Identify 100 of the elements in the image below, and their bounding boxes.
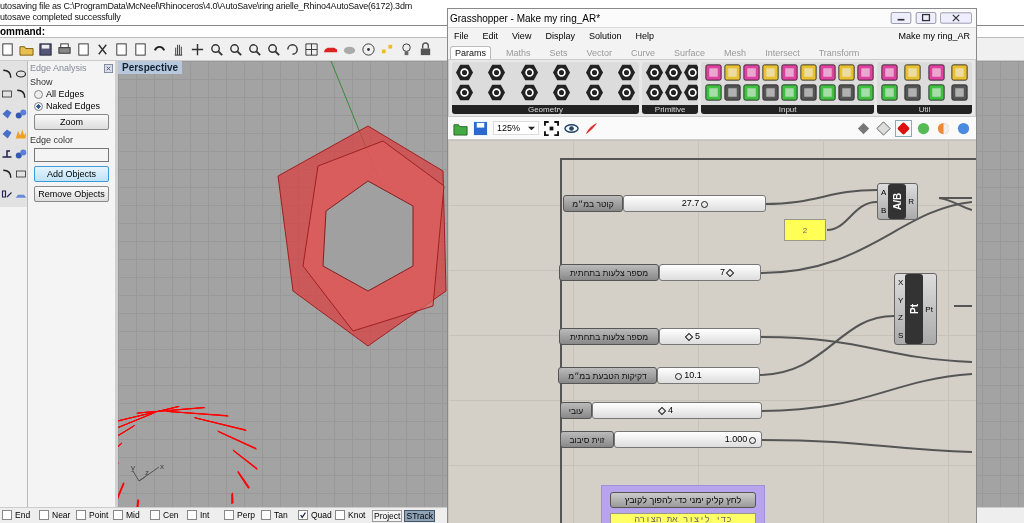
hexagon-icon[interactable]	[585, 84, 603, 101]
ribbon-tab[interactable]: Params	[450, 46, 491, 59]
zoom-button[interactable]: Zoom	[34, 114, 109, 130]
slider-track[interactable]: 27.7	[623, 195, 766, 212]
hexagon-icon[interactable]	[585, 64, 603, 81]
hexagon-icon[interactable]	[646, 64, 663, 81]
osnap-checkbox[interactable]: Mid	[113, 509, 140, 520]
hexagon-icon[interactable]	[646, 84, 663, 101]
preview-icon[interactable]	[856, 120, 871, 136]
component-tile-icon[interactable]	[819, 64, 837, 81]
slider-track[interactable]: 7	[659, 264, 761, 281]
component-tile-icon[interactable]	[762, 84, 780, 101]
group-button[interactable]: לחץ קליק ימני כדי להפוך לקובץ	[610, 492, 756, 508]
action-button[interactable]: Remove Objects	[34, 186, 109, 202]
hexagon-icon[interactable]	[456, 64, 473, 81]
component-tile-icon[interactable]	[743, 84, 761, 101]
menu-item[interactable]: Display	[545, 31, 575, 41]
zoom-icon[interactable]	[228, 41, 243, 57]
file-icon[interactable]	[76, 41, 91, 57]
component-tile-icon[interactable]	[838, 84, 856, 101]
slider-track[interactable]: 1.000	[614, 431, 762, 448]
print-icon[interactable]	[57, 41, 72, 57]
component-tile-icon[interactable]	[724, 64, 742, 81]
sphere-icon[interactable]	[956, 120, 971, 136]
menu-item[interactable]: View	[512, 31, 532, 41]
osnap-checkbox[interactable]: Int	[187, 509, 210, 520]
zoom-icon[interactable]	[209, 41, 224, 57]
value-panel[interactable]: 2	[784, 219, 826, 241]
component-tile-icon[interactable]	[904, 64, 922, 81]
zoom-icon[interactable]	[247, 41, 262, 57]
osnap-checkbox[interactable]: Tan	[261, 509, 288, 520]
zoom-icon[interactable]	[266, 41, 281, 57]
color-swatch[interactable]	[34, 148, 109, 162]
menu-item[interactable]: Solution	[588, 31, 622, 41]
osnap-checkbox[interactable]: Knot	[335, 509, 366, 520]
close-icon[interactable]	[940, 12, 972, 24]
zoom-dropdown[interactable]: 125%	[493, 121, 540, 135]
hexagon-icon[interactable]	[488, 84, 506, 101]
hexagon-icon[interactable]	[456, 84, 473, 101]
close-icon[interactable]	[104, 63, 113, 73]
minimize-icon[interactable]	[890, 12, 912, 24]
menu-item[interactable]: Help	[635, 31, 654, 41]
component-tile-icon[interactable]	[950, 84, 968, 101]
action-button[interactable]: Add Objects	[34, 166, 109, 182]
hexagon-icon[interactable]	[553, 64, 571, 81]
osnap-checkbox[interactable]: Perp	[224, 509, 255, 520]
tee-icon[interactable]	[1, 147, 13, 161]
rotate-icon[interactable]	[285, 41, 300, 57]
paste-icon[interactable]	[133, 41, 148, 57]
hexagon-icon[interactable]	[684, 64, 699, 81]
hexagon-icon[interactable]	[488, 64, 506, 81]
component-tile-icon[interactable]	[705, 84, 723, 101]
radio-option[interactable]: All Edges	[30, 89, 113, 99]
spheres-icon[interactable]	[15, 107, 27, 121]
slider-track[interactable]: 5	[659, 328, 761, 345]
command-prompt[interactable]: ommand:	[0, 26, 45, 37]
osnap-checkbox[interactable]: End	[2, 509, 31, 520]
toggle-button[interactable]: Project	[372, 509, 403, 522]
hexagon-icon[interactable]	[665, 84, 682, 101]
slider-track[interactable]: 4	[592, 402, 762, 419]
restore-icon[interactable]	[915, 12, 937, 24]
component-tile-icon[interactable]	[880, 84, 898, 101]
hexagon-icon[interactable]	[665, 64, 682, 81]
move-icon[interactable]	[190, 41, 205, 57]
component-tile-icon[interactable]	[743, 64, 761, 81]
preview-icon[interactable]	[896, 120, 911, 136]
component-tile-icon[interactable]	[762, 64, 780, 81]
save-icon[interactable]	[38, 41, 53, 57]
rectangle-icon[interactable]	[1, 87, 13, 101]
hexagon-icon[interactable]	[617, 64, 635, 81]
component-tile-icon[interactable]	[819, 84, 837, 101]
arc-icon[interactable]	[1, 167, 13, 181]
hexagon-icon[interactable]	[520, 84, 538, 101]
component-tile-icon[interactable]	[927, 64, 945, 81]
component-tile-icon[interactable]	[880, 64, 898, 81]
osnap-checkbox[interactable]: Near	[39, 509, 71, 520]
component-tile-icon[interactable]	[904, 84, 922, 101]
component-tile-icon[interactable]	[857, 64, 874, 81]
save-icon[interactable]	[473, 120, 488, 136]
radio-option[interactable]: Naked Edges	[30, 101, 113, 111]
slanted-block-icon[interactable]	[1, 187, 13, 201]
brush-icon[interactable]	[584, 120, 600, 136]
file-icon[interactable]	[0, 41, 15, 57]
toggle-button[interactable]: STrack	[404, 509, 436, 522]
spheres-icon[interactable]	[15, 147, 27, 161]
file-icon[interactable]	[114, 41, 129, 57]
rectangle-icon[interactable]	[15, 167, 27, 181]
zoom-extents-icon[interactable]	[544, 120, 560, 136]
osnap-checkbox[interactable]: Point	[76, 509, 109, 520]
osnap-checkbox[interactable]: Quad	[298, 510, 332, 520]
osnap-checkbox[interactable]: Cen	[150, 509, 179, 520]
bulb-icon[interactable]	[399, 41, 414, 57]
menu-item[interactable]: File	[454, 31, 469, 41]
arc-icon[interactable]	[1, 67, 13, 81]
slider-track[interactable]: 10.1	[657, 367, 760, 384]
surface-icon[interactable]	[1, 107, 13, 121]
lock-icon[interactable]	[418, 41, 433, 57]
component-tile-icon[interactable]	[927, 84, 945, 101]
menu-item[interactable]: Edit	[482, 31, 499, 41]
hexagon-icon[interactable]	[684, 84, 699, 101]
